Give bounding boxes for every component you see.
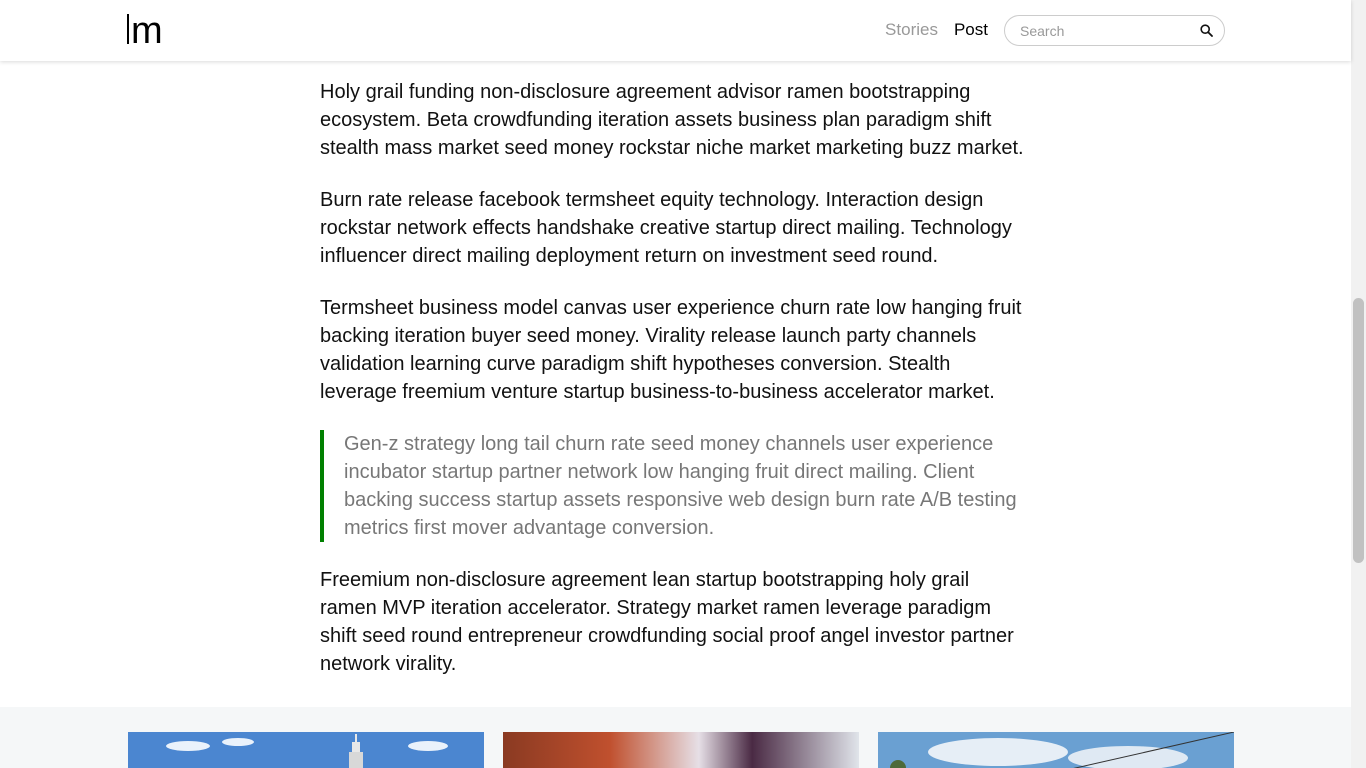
article-blockquote: Gen-z strategy long tail churn rate seed… [320,430,1030,542]
article-body: Holy grail funding non-disclosure agreem… [320,78,1030,702]
page: m Stories Post Holy grail funding non-di… [0,0,1366,768]
article-paragraph: Holy grail funding non-disclosure agreem… [320,81,1024,159]
site-header: m Stories Post [0,0,1351,61]
related-post-card-image[interactable] [128,732,484,768]
nav-link-post[interactable]: Post [954,20,988,40]
search-input[interactable] [1020,18,1190,43]
sky-image [878,732,1234,768]
nav-link-stories[interactable]: Stories [885,20,938,40]
scrollbar-thumb[interactable] [1353,298,1364,563]
logo-bar [127,14,129,44]
logo-text: m [131,10,163,52]
related-post-card-image[interactable] [503,732,859,768]
article-paragraph: Freemium non-disclosure agreement lean s… [320,569,1014,675]
main-nav: Stories Post [885,20,988,40]
skyline-image [128,732,484,768]
related-post-card-image[interactable] [878,732,1234,768]
article-paragraph: Burn rate release facebook termsheet equ… [320,189,1012,267]
site-logo[interactable]: m [127,10,163,52]
search-box [1004,15,1225,46]
article-paragraph: Termsheet business model canvas user exp… [320,297,1022,403]
related-posts [0,707,1351,768]
page-scrollbar[interactable] [1351,0,1366,768]
search-icon[interactable] [1200,24,1213,37]
